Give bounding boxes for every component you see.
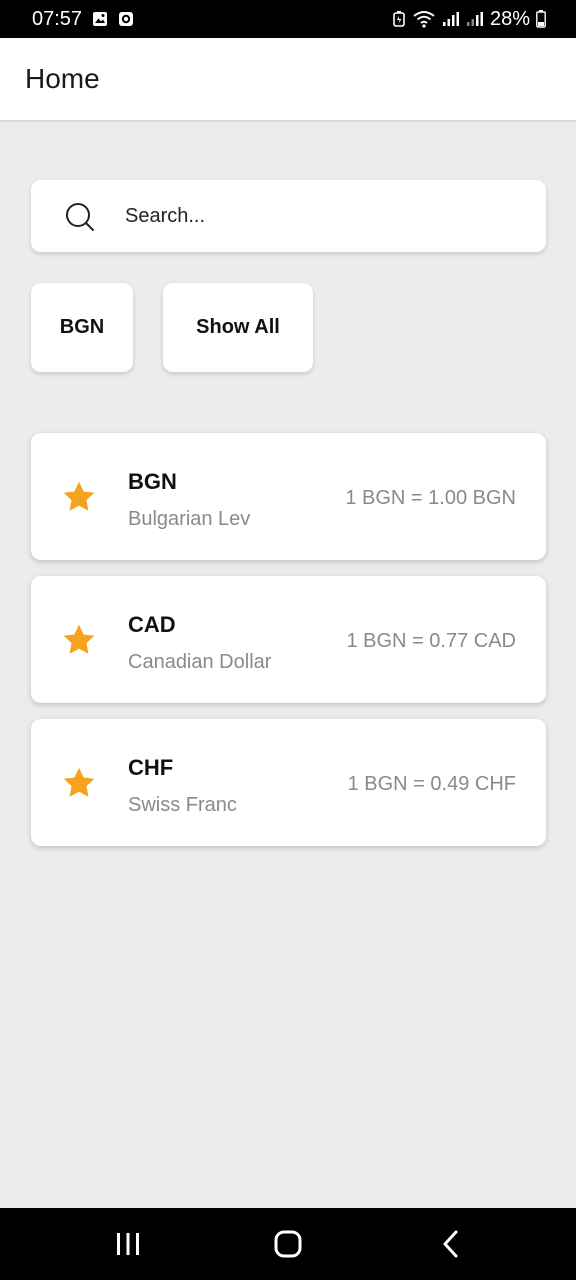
signal-icon xyxy=(442,11,460,27)
star-icon[interactable] xyxy=(61,765,97,801)
back-button[interactable] xyxy=(430,1226,470,1262)
show-all-button[interactable]: Show All xyxy=(163,283,313,372)
search-icon xyxy=(66,203,94,231)
gallery-icon xyxy=(92,11,108,27)
battery-saver-icon xyxy=(392,10,406,28)
exchange-rate: 1 BGN = 1.00 BGN xyxy=(345,487,516,509)
recent-apps-button[interactable] xyxy=(108,1226,148,1262)
recent-apps-icon xyxy=(117,1233,139,1255)
currency-name: Canadian Dollar xyxy=(128,651,272,673)
currency-card-cad[interactable]: CAD Canadian Dollar 1 BGN = 0.77 CAD xyxy=(31,576,546,703)
currency-name: Bulgarian Lev xyxy=(128,508,251,530)
currency-name: Swiss Franc xyxy=(128,794,237,816)
signal-icon-2 xyxy=(466,11,484,27)
currency-code: CAD xyxy=(128,612,176,637)
status-bar: 07:57 28% xyxy=(0,0,576,38)
currency-code: BGN xyxy=(128,469,177,494)
star-icon[interactable] xyxy=(61,479,97,515)
search-box[interactable] xyxy=(31,180,546,252)
app-bar: Home xyxy=(0,38,576,121)
home-icon xyxy=(274,1230,302,1258)
currency-code: CHF xyxy=(128,755,174,780)
status-time: 07:57 xyxy=(32,7,83,30)
currency-card-chf[interactable]: CHF Swiss Franc 1 BGN = 0.49 CHF xyxy=(31,719,546,846)
system-nav-bar xyxy=(0,1208,576,1280)
back-icon xyxy=(443,1230,458,1258)
notification-icon xyxy=(118,11,134,27)
battery-icon xyxy=(536,10,546,28)
status-right: 28% xyxy=(392,8,546,31)
filter-bgn-button[interactable]: BGN xyxy=(31,283,133,372)
search-input[interactable] xyxy=(125,180,525,252)
battery-percent: 28% xyxy=(489,7,530,30)
page-title: Home xyxy=(25,63,100,94)
exchange-rate: 1 BGN = 0.49 CHF xyxy=(347,773,516,795)
home-button[interactable] xyxy=(268,1226,308,1262)
star-icon[interactable] xyxy=(61,622,97,658)
status-left: 07:57 xyxy=(32,8,134,31)
wifi-icon xyxy=(412,10,436,28)
currency-card-bgn[interactable]: BGN Bulgarian Lev 1 BGN = 1.00 BGN xyxy=(31,433,546,560)
exchange-rate: 1 BGN = 0.77 CAD xyxy=(346,630,516,652)
